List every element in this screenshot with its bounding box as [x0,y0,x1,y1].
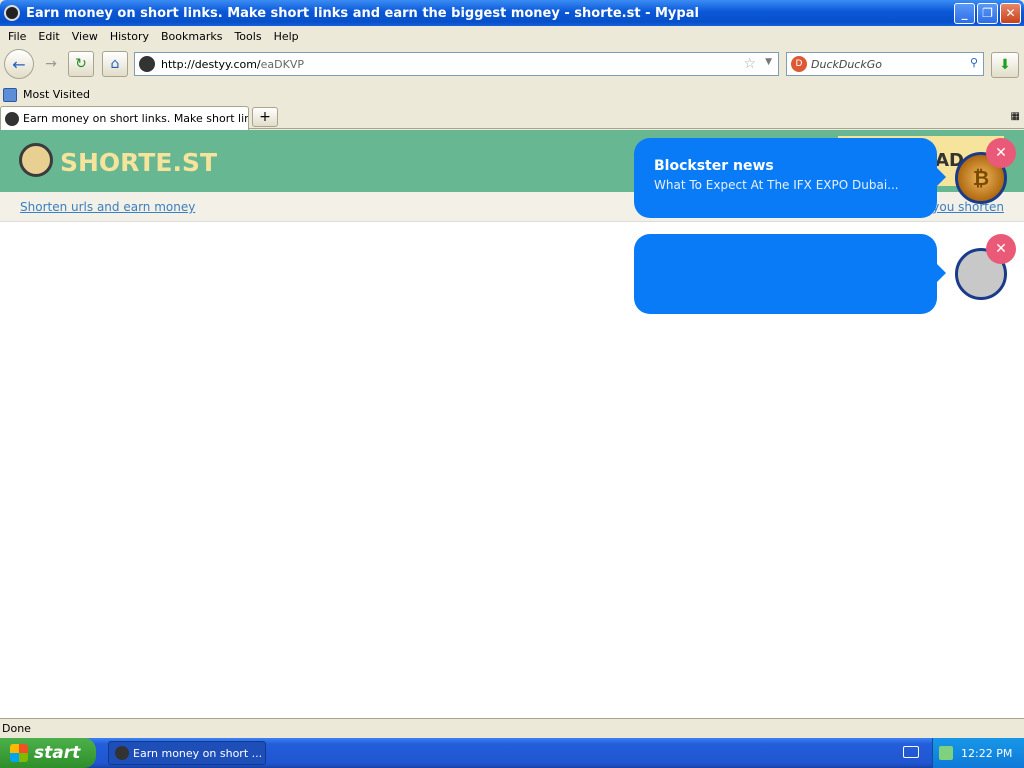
reload-icon: ↻ [75,56,87,72]
most-visited-icon [3,87,17,102]
system-tray: 12:22 PM [932,738,1024,768]
home-icon: ⌂ [110,56,120,72]
reload-button[interactable]: ↻ [68,51,94,77]
task-app-icon [115,746,129,760]
tab-active[interactable]: Earn money on short links. Make short li… [0,106,249,130]
notification-title: Blockster news [654,158,774,174]
tagline-link[interactable]: Shorten urls and earn money [20,200,195,214]
start-label: start [34,743,81,763]
new-tab-button[interactable]: + [252,107,278,127]
menu-bookmarks[interactable]: Bookmarks [155,30,228,43]
taskbar-window-button[interactable]: Earn money on short ... [108,741,266,765]
downloads-button[interactable]: ⬇ [991,52,1019,78]
page-viewport: SHORTE.ST AD Shorten urls and earn money… [0,130,1024,718]
start-button[interactable]: start [0,738,96,768]
minimize-button[interactable]: _ [954,3,975,24]
maximize-button[interactable]: ❐ [977,3,998,24]
duckduckgo-icon[interactable]: D [791,56,807,72]
logo-ninja-icon [19,143,53,177]
network-icon[interactable] [939,746,953,760]
close-window-button[interactable]: ✕ [1000,3,1021,24]
url-dropdown-icon[interactable]: ▼ [765,57,772,67]
search-bar[interactable]: D DuckDuckGo ⚲ [786,52,984,76]
clock[interactable]: 12:22 PM [961,747,1012,760]
keyboard-icon[interactable] [903,746,919,758]
close-icon[interactable]: ✕ [986,138,1016,168]
notification-body: What To Expect At The IFX EXPO Dubai... [654,178,899,192]
menu-file[interactable]: File [2,30,32,43]
task-label: Earn money on short ... [133,746,263,760]
site-identity-icon [139,56,155,72]
back-arrow-icon: ← [12,54,26,74]
taskbar: start Earn money on short ... 12:22 PM [0,738,1024,768]
menu-bar: File Edit View History Bookmarks Tools H… [0,26,1024,46]
site-logo[interactable]: SHORTE.ST [60,148,217,177]
right-link[interactable]: you shorten [932,200,1004,214]
tab-list-icon[interactable]: ▦ [1011,111,1020,122]
home-button[interactable]: ⌂ [102,51,128,77]
url-text: http://destyy.com/ [161,57,261,71]
window-titlebar: Earn money on short links. Make short li… [0,0,1024,26]
url-path: eaDKVP [260,57,304,71]
bookmark-most-visited[interactable]: Most Visited [23,88,90,101]
tab-label: Earn money on short links. Make short li… [23,112,248,125]
tab-favicon [5,111,19,126]
search-icon[interactable]: ⚲ [970,56,978,69]
close-icon[interactable]: ✕ [986,234,1016,264]
menu-view[interactable]: View [66,30,104,43]
forward-arrow-icon: → [45,56,57,72]
status-text: Done [2,722,31,735]
url-bar[interactable]: http://destyy.com/ eaDKVP ☆ ▼ [134,52,779,76]
status-bar: Done [0,718,1024,738]
app-icon [4,5,20,21]
window-title: Earn money on short links. Make short li… [26,5,699,21]
bookmarks-toolbar: Most Visited [0,84,1024,105]
menu-edit[interactable]: Edit [32,30,65,43]
bookmark-star-icon[interactable]: ☆ [743,56,756,72]
menu-tools[interactable]: Tools [228,30,267,43]
menu-history[interactable]: History [104,30,155,43]
forward-button[interactable]: → [38,51,64,77]
navigation-toolbar: ← → ↻ ⌂ http://destyy.com/ eaDKVP ☆ ▼ D … [0,46,1024,82]
windows-flag-icon [10,744,28,762]
search-placeholder: DuckDuckGo [811,57,882,71]
notification-bubble-placeholder[interactable] [634,234,946,314]
notification-bubble[interactable]: Blockster news What To Expect At The IFX… [634,138,946,218]
back-button[interactable]: ← [4,49,34,79]
download-arrow-icon: ⬇ [999,57,1011,73]
menu-help[interactable]: Help [268,30,305,43]
tab-strip: Earn money on short links. Make short li… [0,105,1024,130]
